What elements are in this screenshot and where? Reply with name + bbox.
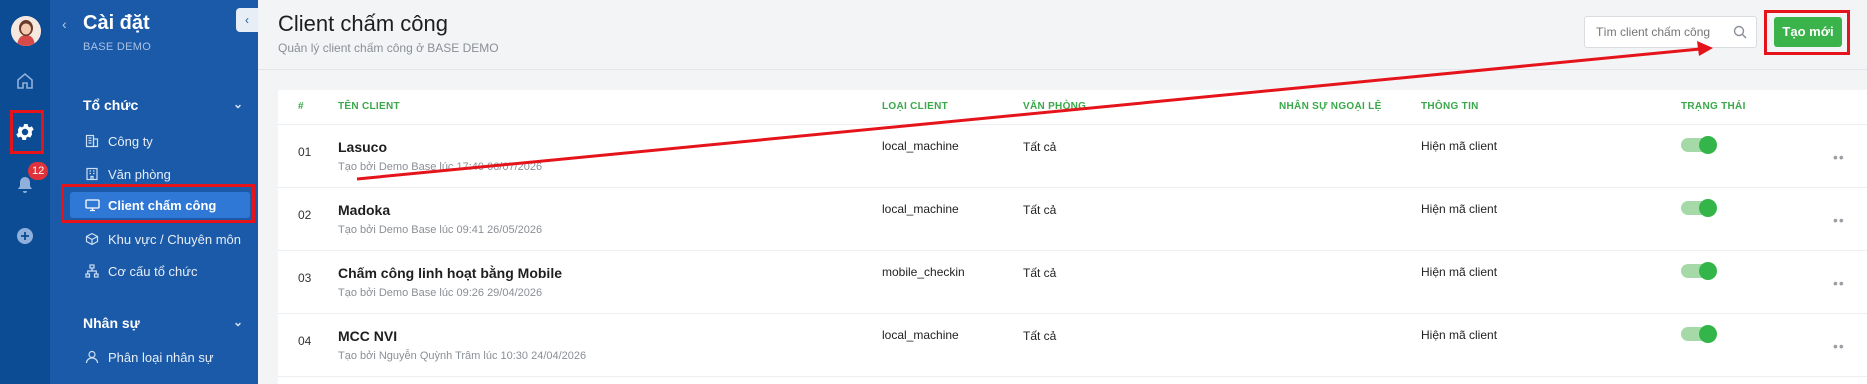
table-row[interactable]: 02 Madoka Tạo bởi Demo Base lúc 09:41 26… <box>278 188 1867 251</box>
client-created-meta: Tạo bởi Demo Base lúc 09:41 26/05/2026 <box>338 224 543 236</box>
search-icon[interactable] <box>1733 25 1747 44</box>
table-row[interactable]: 01 Lasuco Tạo bởi Demo Base lúc 17:40 06… <box>278 125 1867 188</box>
sidebar-item-label: Văn phòng <box>108 166 171 182</box>
client-office: Tất cả <box>1023 266 1057 280</box>
chevron-down-icon: ⌄ <box>232 315 243 329</box>
client-type: local_machine <box>882 328 959 342</box>
table-row[interactable]: 03 Chấm công linh hoạt bằng Mobile Tạo b… <box>278 251 1867 314</box>
client-created-meta: Tạo bởi Demo Base lúc 09:26 29/04/2026 <box>338 287 543 299</box>
page-title: Client chấm công <box>278 11 448 36</box>
table-header: # TÊN CLIENT LOẠI CLIENT VĂN PHÒNG NHÂN … <box>278 90 1867 125</box>
sidebar-subtitle: BASE DEMO <box>83 41 152 53</box>
show-client-code-link[interactable]: Hiện mã client <box>1421 328 1497 342</box>
annotation-highlight-create-button <box>1764 10 1850 55</box>
column-header-index: # <box>298 101 304 112</box>
sidebar-item-label: Phân loại nhân sự <box>108 349 214 365</box>
chevron-down-icon: ⌄ <box>232 97 243 111</box>
client-name[interactable]: Chấm công linh hoạt bằng Mobile <box>338 265 562 281</box>
status-toggle[interactable] <box>1681 262 1717 280</box>
client-office: Tất cả <box>1023 203 1057 217</box>
back-chevron-icon[interactable]: ‹ <box>62 16 67 32</box>
office-icon <box>83 166 101 182</box>
status-toggle[interactable] <box>1681 199 1717 217</box>
row-index: 03 <box>298 271 312 285</box>
sidebar-item-label: Khu vực / Chuyên môn <box>108 231 241 247</box>
more-options-icon[interactable]: •• <box>1833 338 1845 354</box>
search-box <box>1584 16 1757 48</box>
cube-icon <box>83 231 101 247</box>
sidebar-item-org-structure[interactable]: Cơ cấu tổ chức <box>83 258 243 284</box>
row-index: 02 <box>298 208 312 222</box>
more-options-icon[interactable]: •• <box>1833 149 1845 165</box>
client-table: # TÊN CLIENT LOẠI CLIENT VĂN PHÒNG NHÂN … <box>278 90 1867 384</box>
show-client-code-link[interactable]: Hiện mã client <box>1421 265 1497 279</box>
toggle-knob <box>1699 325 1717 343</box>
column-header-office: VĂN PHÒNG <box>1023 101 1087 112</box>
row-index: 01 <box>298 145 312 159</box>
icon-rail <box>0 0 50 384</box>
column-header-status: TRẠNG THÁI <box>1681 101 1746 112</box>
sidebar-section-hr[interactable]: Nhân sự ⌄ <box>83 315 243 331</box>
home-icon[interactable] <box>12 68 38 94</box>
sidebar-item-staff-classification[interactable]: Phân loại nhân sự <box>83 344 243 370</box>
collapse-sidebar-icon[interactable]: ‹ <box>236 8 258 32</box>
client-name[interactable]: Madoka <box>338 202 390 218</box>
toggle-knob <box>1699 136 1717 154</box>
status-toggle[interactable] <box>1681 325 1717 343</box>
sidebar-item-label: Cơ cấu tổ chức <box>108 263 198 279</box>
status-toggle[interactable] <box>1681 136 1717 154</box>
sidebar-title: Cài đặt <box>83 12 150 34</box>
client-name[interactable]: Lasuco <box>338 139 387 155</box>
more-options-icon[interactable]: •• <box>1833 212 1845 228</box>
column-header-exception-staff: NHÂN SỰ NGOẠI LỆ <box>1279 101 1382 112</box>
column-header-info: THÔNG TIN <box>1421 101 1479 112</box>
main-content: Client chấm công Quản lý client chấm côn… <box>258 0 1867 384</box>
show-client-code-link[interactable]: Hiện mã client <box>1421 139 1497 153</box>
sidebar-section-label: Nhân sự <box>83 315 140 331</box>
sidebar-item-area-expertise[interactable]: Khu vực / Chuyên môn <box>83 226 243 252</box>
toggle-knob <box>1699 262 1717 280</box>
page-header: Client chấm công Quản lý client chấm côn… <box>258 0 1867 70</box>
org-chart-icon <box>83 263 101 279</box>
sidebar-section-organization[interactable]: Tổ chức ⌄ <box>83 97 243 113</box>
search-input[interactable] <box>1585 17 1725 47</box>
sidebar-item-label: Công ty <box>108 133 153 149</box>
client-office: Tất cả <box>1023 329 1057 343</box>
sidebar-item-company[interactable]: Công ty <box>83 128 243 154</box>
building-icon <box>83 133 101 149</box>
page-subtitle: Quản lý client chấm công ở BASE DEMO <box>278 41 499 55</box>
annotation-highlight-active-item <box>61 184 255 223</box>
client-type: mobile_checkin <box>882 265 965 279</box>
client-type: local_machine <box>882 202 959 216</box>
row-index: 04 <box>298 334 312 348</box>
client-office: Tất cả <box>1023 140 1057 154</box>
client-created-meta: Tạo bởi Demo Base lúc 17:40 06/07/2026 <box>338 161 543 173</box>
sidebar-section-label: Tổ chức <box>83 97 139 113</box>
notification-badge: 12 <box>28 162 49 180</box>
toggle-knob <box>1699 199 1717 217</box>
show-client-code-link[interactable]: Hiện mã client <box>1421 202 1497 216</box>
person-icon <box>83 349 101 365</box>
annotation-highlight-gear <box>10 110 44 154</box>
table-row[interactable]: 04 MCC NVI Tạo bởi Nguyễn Quỳnh Trâm lúc… <box>278 314 1867 377</box>
client-name[interactable]: MCC NVI <box>338 328 397 344</box>
more-options-icon[interactable]: •• <box>1833 275 1845 291</box>
plus-circle-icon[interactable] <box>12 223 38 249</box>
client-created-meta: Tạo bởi Nguyễn Quỳnh Trâm lúc 10:30 24/0… <box>338 350 587 362</box>
avatar[interactable] <box>11 16 41 46</box>
column-header-client-name: TÊN CLIENT <box>338 101 400 112</box>
client-type: local_machine <box>882 139 959 153</box>
column-header-client-type: LOẠI CLIENT <box>882 101 949 112</box>
